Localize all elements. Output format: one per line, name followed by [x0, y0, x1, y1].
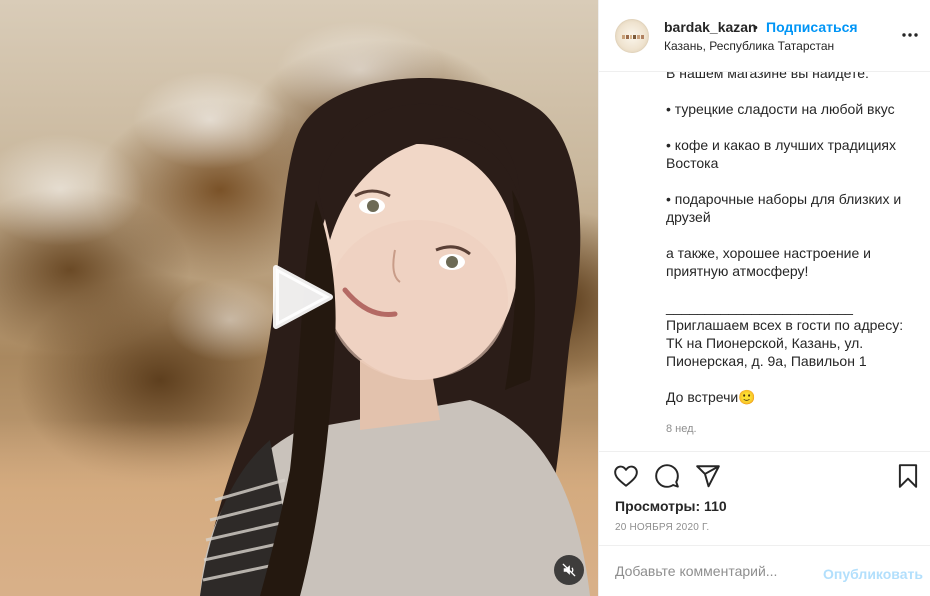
muted-speaker-icon: [562, 563, 576, 577]
send-icon[interactable]: [695, 463, 721, 489]
post-date: 20 НОЯБРЯ 2020 Г.: [615, 522, 710, 533]
post-caption: В нашем магазине вы найдете: • турецкие …: [599, 72, 930, 452]
avatar[interactable]: [615, 19, 649, 53]
caption-text: В нашем магазине вы найдете: • турецкие …: [666, 72, 904, 405]
post-header: bardak_kazan • Подписаться Казань, Респу…: [599, 0, 930, 72]
play-icon[interactable]: [270, 264, 334, 330]
publish-button[interactable]: Опубликовать: [823, 566, 923, 582]
heart-icon[interactable]: [613, 463, 639, 489]
mute-button[interactable]: [554, 555, 584, 585]
comment-form: Опубликовать: [599, 545, 930, 596]
follow-button[interactable]: Подписаться: [766, 19, 858, 35]
more-horizontal-icon[interactable]: [901, 28, 919, 42]
comment-icon[interactable]: [654, 463, 680, 489]
post-actions: Просмотры: 110 20 НОЯБРЯ 2020 Г.: [599, 451, 930, 545]
post-media[interactable]: [0, 0, 598, 596]
avatar-logo: [622, 35, 644, 39]
views-count[interactable]: Просмотры: 110: [615, 498, 727, 514]
bookmark-icon[interactable]: [895, 463, 921, 489]
username-link[interactable]: bardak_kazan: [664, 19, 757, 35]
location-link[interactable]: Казань, Республика Татарстан: [664, 39, 834, 53]
separator-dot: •: [753, 19, 758, 35]
time-ago[interactable]: 8 нед.: [666, 423, 697, 435]
comment-input[interactable]: [615, 560, 805, 582]
post-details-panel: bardak_kazan • Подписаться Казань, Респу…: [598, 0, 930, 596]
